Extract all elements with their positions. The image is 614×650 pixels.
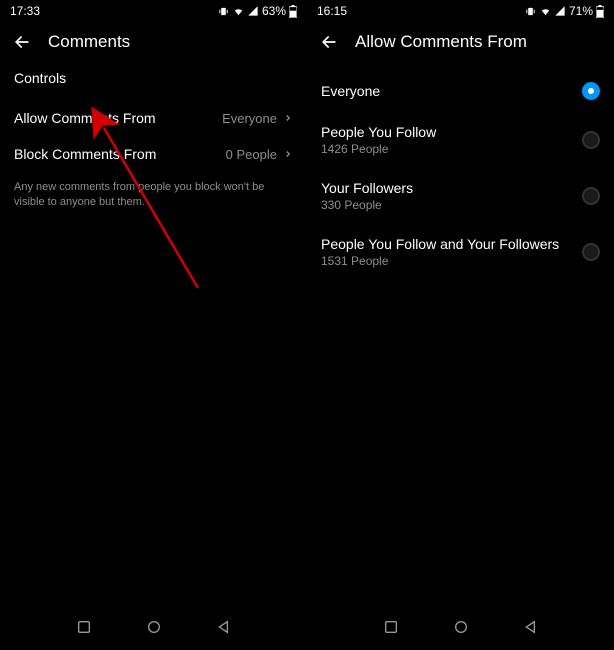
setting-label: Allow Comments From [14, 110, 156, 126]
nav-recents-icon[interactable] [383, 619, 399, 635]
option-both[interactable]: People You Follow and Your Followers 153… [307, 224, 614, 280]
title-row: Allow Comments From [307, 22, 614, 70]
option-text: People You Follow and Your Followers 153… [321, 236, 559, 268]
option-text: People You Follow 1426 People [321, 124, 436, 156]
status-bar: 16:15 71% [307, 0, 614, 22]
setting-value: Everyone [222, 111, 277, 126]
setting-value-wrap: Everyone [222, 111, 293, 126]
setting-value: 0 People [226, 147, 277, 162]
option-sub: 1531 People [321, 254, 559, 268]
title-row: Comments [0, 22, 307, 70]
status-icons: 71% [525, 4, 604, 18]
radio-icon[interactable] [582, 187, 600, 205]
nav-bar [0, 610, 307, 650]
nav-home-icon[interactable] [453, 619, 469, 635]
option-sub: 330 People [321, 198, 413, 212]
row-allow-comments-from[interactable]: Allow Comments From Everyone [0, 100, 307, 136]
phone-left: 17:33 63% Comments Controls Allow Commen… [0, 0, 307, 650]
option-sub: 1426 People [321, 142, 436, 156]
status-bar: 17:33 63% [0, 0, 307, 22]
vibrate-icon [218, 6, 229, 17]
setting-label: Block Comments From [14, 146, 156, 162]
nav-home-icon[interactable] [146, 619, 162, 635]
option-text: Everyone [321, 83, 380, 99]
signal-icon [248, 6, 259, 17]
back-icon[interactable] [12, 32, 32, 52]
page-title: Allow Comments From [355, 32, 527, 52]
vibrate-icon [525, 6, 536, 17]
section-controls: Controls [0, 70, 307, 100]
wifi-icon [232, 6, 245, 17]
status-icons: 63% [218, 4, 297, 18]
option-text: Your Followers 330 People [321, 180, 413, 212]
option-people-you-follow[interactable]: People You Follow 1426 People [307, 112, 614, 168]
chevron-right-icon [283, 113, 293, 123]
battery-icon [289, 5, 297, 18]
row-block-comments-from[interactable]: Block Comments From 0 People [0, 136, 307, 172]
nav-bar [307, 610, 614, 650]
chevron-right-icon [283, 149, 293, 159]
back-icon[interactable] [319, 32, 339, 52]
status-time: 17:33 [10, 4, 40, 18]
nav-back-icon[interactable] [523, 619, 539, 635]
nav-back-icon[interactable] [216, 619, 232, 635]
option-label: Your Followers [321, 180, 413, 196]
radio-icon[interactable] [582, 131, 600, 149]
option-everyone[interactable]: Everyone [307, 70, 614, 112]
battery-percent: 63% [262, 4, 286, 18]
nav-recents-icon[interactable] [76, 619, 92, 635]
option-label: Everyone [321, 83, 380, 99]
signal-icon [555, 6, 566, 17]
setting-value-wrap: 0 People [226, 147, 293, 162]
phone-right: 16:15 71% Allow Comments From Everyone [307, 0, 614, 650]
battery-percent: 71% [569, 4, 593, 18]
page-title: Comments [48, 32, 130, 52]
status-time: 16:15 [317, 4, 347, 18]
option-your-followers[interactable]: Your Followers 330 People [307, 168, 614, 224]
wifi-icon [539, 6, 552, 17]
option-label: People You Follow [321, 124, 436, 140]
help-text: Any new comments from people you block w… [0, 172, 307, 219]
battery-icon [596, 5, 604, 18]
option-label: People You Follow and Your Followers [321, 236, 559, 252]
radio-icon[interactable] [582, 243, 600, 261]
radio-selected-icon[interactable] [582, 82, 600, 100]
